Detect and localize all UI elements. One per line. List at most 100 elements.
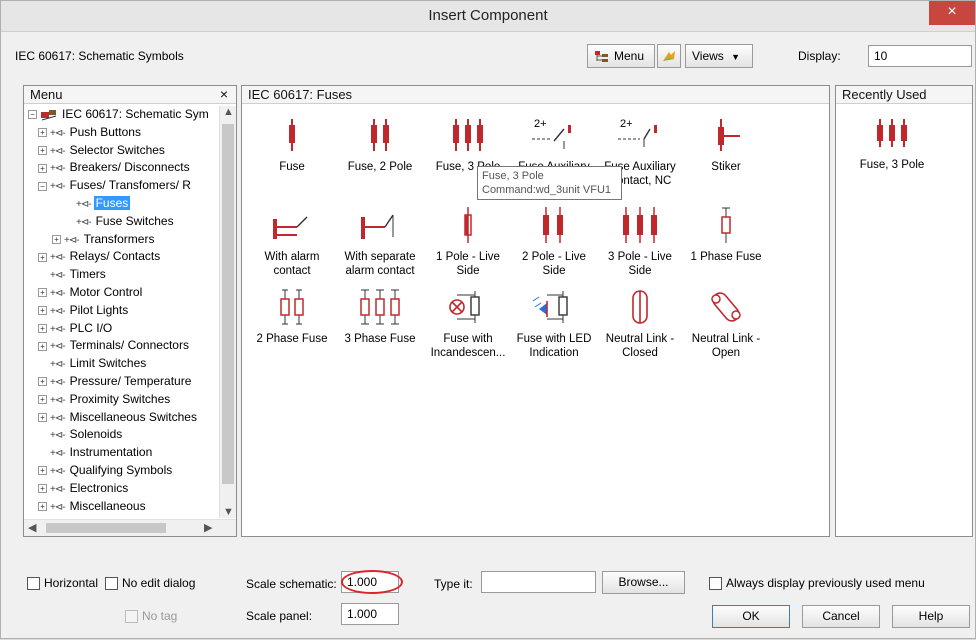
component-tile[interactable]: 2 Pole - Live Side [510, 200, 598, 278]
symbol-node-icon: +⊲- [50, 270, 66, 282]
menu-toggle-button[interactable]: Menu [587, 44, 655, 68]
no-edit-dialog-checkbox-box[interactable] [105, 577, 118, 591]
horizontal-checkbox-box[interactable] [27, 577, 40, 591]
tree-item[interactable]: + +⊲- Pressure/ Temperature [24, 373, 220, 391]
component-tile[interactable]: 3 Phase Fuse [336, 282, 424, 346]
tree-item[interactable]: − +⊲- Fuses/ Transfomers/ R [24, 177, 220, 195]
cancel-button[interactable]: Cancel [802, 605, 880, 628]
symbol-node-icon: +⊲- [50, 341, 66, 353]
menu-hscroll-thumb[interactable] [46, 523, 166, 533]
always-display-checkbox-box[interactable] [709, 577, 722, 591]
tree-item[interactable]: +⊲- Timers [24, 266, 220, 284]
expand-icon[interactable]: + [38, 145, 47, 155]
menu-vertical-scrollbar[interactable]: ▲ ▼ [219, 106, 236, 518]
always-display-checkbox[interactable]: Always display previously used menu [709, 576, 925, 591]
menu-close-icon[interactable]: × [220, 86, 228, 102]
ok-button[interactable]: OK [712, 605, 790, 628]
scroll-left-icon[interactable]: ◀ [28, 521, 36, 534]
library-icon [41, 109, 57, 121]
tree-item[interactable]: + +⊲- Motor Control [24, 284, 220, 302]
component-tile[interactable]: 1 Phase Fuse [682, 200, 770, 264]
expand-icon[interactable]: + [38, 395, 47, 405]
expand-icon[interactable]: + [38, 412, 47, 422]
tree-item[interactable]: + +⊲- Selector Switches [24, 142, 220, 160]
expand-icon[interactable]: + [38, 128, 47, 138]
menu-panel-title: Menu [30, 87, 63, 102]
scroll-right-icon[interactable]: ▶ [204, 521, 212, 534]
component-tile[interactable]: 1 Pole - Live Side [424, 200, 512, 278]
tree-item[interactable]: + +⊲- Push Buttons [24, 124, 220, 142]
type-it-input[interactable] [481, 571, 596, 593]
tree-item-label: Instrumentation [69, 445, 153, 460]
expand-icon[interactable]: + [38, 288, 47, 298]
tree-item[interactable]: +⊲- Fuse Switches [24, 213, 220, 231]
browse-button[interactable]: Browse... [602, 571, 685, 594]
tree-item-label: Proximity Switches [69, 391, 171, 406]
component-tile[interactable]: Neutral Link - Closed [596, 282, 684, 360]
expand-icon[interactable]: + [38, 466, 47, 476]
expand-icon[interactable]: + [38, 501, 47, 511]
tree-item[interactable]: +⊲- Limit Switches [24, 355, 220, 373]
tree-item[interactable]: ++⊲-One-Line Components [24, 515, 220, 518]
tree-item[interactable]: +⊲- Fuses [24, 195, 220, 213]
expand-icon[interactable]: + [38, 377, 47, 387]
menu-scroll-thumb[interactable] [222, 124, 234, 484]
tree-root[interactable]: − IEC 60617: Schematic Sym [24, 106, 220, 124]
scale-panel-input[interactable] [341, 603, 399, 625]
component-label: Fuse with Incandescen... [430, 333, 506, 359]
expand-icon[interactable]: + [38, 306, 47, 316]
menu-horizontal-scrollbar[interactable]: ◀ ▶ [24, 519, 236, 536]
expand-icon[interactable]: + [38, 252, 47, 262]
expand-icon[interactable]: + [38, 163, 47, 173]
recent-item-fuse-3-pole[interactable]: Fuse, 3 Pole [848, 108, 936, 172]
tree-item[interactable]: +⊲- Solenoids [24, 426, 220, 444]
component-tile[interactable]: With alarm contact [248, 200, 336, 278]
fuse-1-pole-live-icon [424, 200, 512, 250]
tree-item[interactable]: +⊲- Instrumentation [24, 444, 220, 462]
collapse-icon[interactable]: − [28, 110, 37, 120]
views-icon-button[interactable] [657, 44, 681, 68]
scroll-up-icon[interactable]: ▲ [223, 106, 234, 118]
component-tile[interactable]: 2 Phase Fuse [248, 282, 336, 346]
tree-item[interactable]: + +⊲- Pilot Lights [24, 302, 220, 320]
help-button[interactable]: Help [892, 605, 970, 628]
no-edit-dialog-checkbox[interactable]: No edit dialog [105, 576, 195, 591]
component-tile[interactable]: Neutral Link - Open [682, 282, 770, 360]
component-tile[interactable]: Fuse [248, 110, 336, 174]
component-tile[interactable]: Fuse, 2 Pole [336, 110, 424, 174]
component-tile[interactable]: Fuse with Incandescen... [424, 282, 512, 360]
component-tile[interactable]: Fuse with LED Indication [510, 282, 598, 360]
tree-item-label: Pilot Lights [69, 302, 129, 317]
expand-icon[interactable]: + [38, 341, 47, 351]
collapse-icon[interactable]: − [38, 181, 47, 191]
tree-item[interactable]: + +⊲- Qualifying Symbols [24, 462, 220, 480]
tree-item[interactable]: + +⊲- Terminals/ Connectors [24, 337, 220, 355]
display-input[interactable] [868, 45, 972, 67]
tree-item[interactable]: + +⊲- Electronics [24, 480, 220, 498]
tree-item[interactable]: + +⊲- Relays/ Contacts [24, 248, 220, 266]
tree-item[interactable]: + +⊲- Proximity Switches [24, 391, 220, 409]
tree-item[interactable]: + +⊲- Breakers/ Disconnects [24, 159, 220, 177]
tree-item-label: Breakers/ Disconnects [69, 160, 190, 175]
component-tile[interactable]: Fuse, 3 Pole [424, 110, 512, 174]
scroll-down-icon[interactable]: ▼ [223, 506, 234, 518]
expand-icon[interactable]: + [38, 484, 47, 494]
tree-root-label: IEC 60617: Schematic Sym [62, 107, 209, 121]
tree-item[interactable]: + +⊲- Miscellaneous Switches [24, 409, 220, 427]
tree-item-label: Fuse Switches [95, 213, 174, 228]
tree-item[interactable]: + +⊲- Transformers [24, 231, 220, 249]
views-dropdown[interactable]: Views ▼ [685, 44, 753, 68]
component-tile[interactable]: 3 Pole - Live Side [596, 200, 684, 278]
component-tile[interactable]: With separate alarm contact [336, 200, 424, 278]
tree-item[interactable]: + +⊲- Miscellaneous [24, 498, 220, 516]
horizontal-checkbox[interactable]: Horizontal [27, 576, 98, 591]
symbol-node-icon: +⊲- [50, 287, 66, 299]
expand-icon[interactable]: + [38, 323, 47, 333]
tree-item[interactable]: + +⊲- PLC I/O [24, 320, 220, 338]
title-bar: Insert Component × [1, 1, 975, 32]
expand-icon[interactable]: + [52, 234, 61, 244]
close-button[interactable]: × [929, 1, 975, 25]
component-label: 2 Pole - Live Side [522, 251, 586, 277]
striker-fuse-icon [682, 110, 770, 160]
component-tile[interactable]: Stiker [682, 110, 770, 174]
